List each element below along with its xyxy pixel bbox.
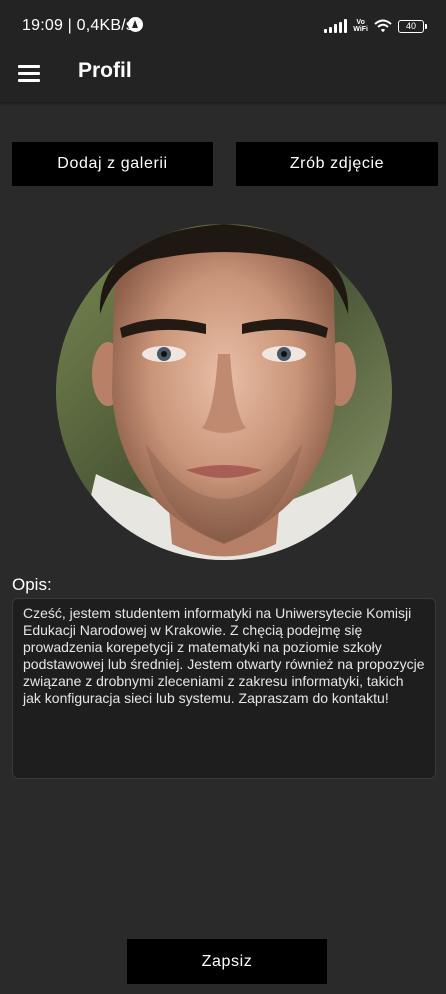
hamburger-menu-icon[interactable] — [18, 62, 42, 82]
appbar-divider — [0, 102, 446, 106]
add-from-gallery-button[interactable]: Dodaj z galerii — [12, 142, 213, 186]
take-photo-button[interactable]: Zrób zdjęcie — [236, 142, 438, 186]
profile-photo — [56, 224, 392, 560]
app-bar: Profil — [0, 52, 446, 102]
status-icons: Vo WiFi 40 — [324, 16, 427, 36]
save-button[interactable]: Zapsiz — [127, 939, 327, 984]
profile-screen: 19:09 | 0,4KB/s Vo WiFi 40 Profil Dodaj … — [0, 0, 446, 994]
wifi-icon — [374, 19, 392, 33]
notification-icon — [128, 17, 143, 32]
top-bar: 19:09 | 0,4KB/s Vo WiFi 40 Profil — [0, 0, 446, 102]
status-bar: 19:09 | 0,4KB/s Vo WiFi 40 — [0, 0, 446, 52]
battery-icon: 40 — [398, 19, 427, 33]
description-label: Opis: — [12, 575, 52, 594]
description-textarea[interactable]: Cześć, jestem studentem informatyki na U… — [12, 598, 436, 779]
profile-photo-illustration — [56, 224, 392, 560]
status-time: 19:09 | 0,4KB/s — [22, 17, 135, 34]
vowifi-icon: Vo WiFi — [353, 19, 368, 33]
signal-icon — [324, 19, 348, 33]
page-title: Profil — [78, 59, 132, 82]
